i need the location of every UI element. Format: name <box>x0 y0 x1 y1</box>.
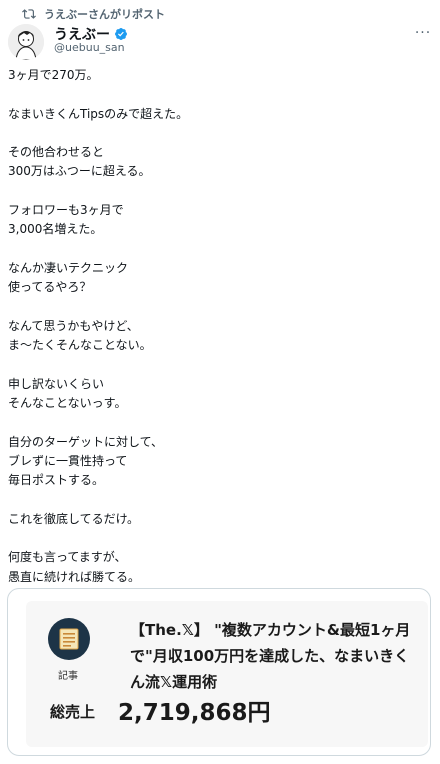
sales-value: 2,719,868円 <box>118 700 271 726</box>
article-card-inner: 記事 【The.𝕏】 "複数アカウント&最短1ヶ月で"月収100万円を達成した、… <box>26 601 428 747</box>
article-title: 【The.𝕏】 "複数アカウント&最短1ヶ月で"月収100万円を達成した、なまい… <box>130 621 411 691</box>
repost-icon <box>22 9 36 19</box>
author-handle[interactable]: @uebuu_san <box>54 41 125 54</box>
document-icon <box>59 628 79 650</box>
avatar[interactable] <box>8 24 44 60</box>
tweet-text: 3ヶ月で270万。 なまいきくんTipsのみで超えた。 その他合わせると 300… <box>8 68 189 584</box>
article-label: 記事 <box>58 671 78 682</box>
article-card[interactable]: 記事 【The.𝕏】 "複数アカウント&最短1ヶ月で"月収100万円を達成した、… <box>7 588 431 756</box>
avatar-illustration <box>8 24 44 60</box>
repost-label: うえぶーさんがリポスト <box>44 8 165 21</box>
verified-badge-icon <box>115 28 127 40</box>
more-options-icon[interactable]: ··· <box>412 24 434 42</box>
sales-label: 総売上 <box>50 703 96 721</box>
repost-indicator[interactable]: うえぶーさんがリポスト <box>22 6 165 22</box>
article-badge <box>48 618 90 660</box>
